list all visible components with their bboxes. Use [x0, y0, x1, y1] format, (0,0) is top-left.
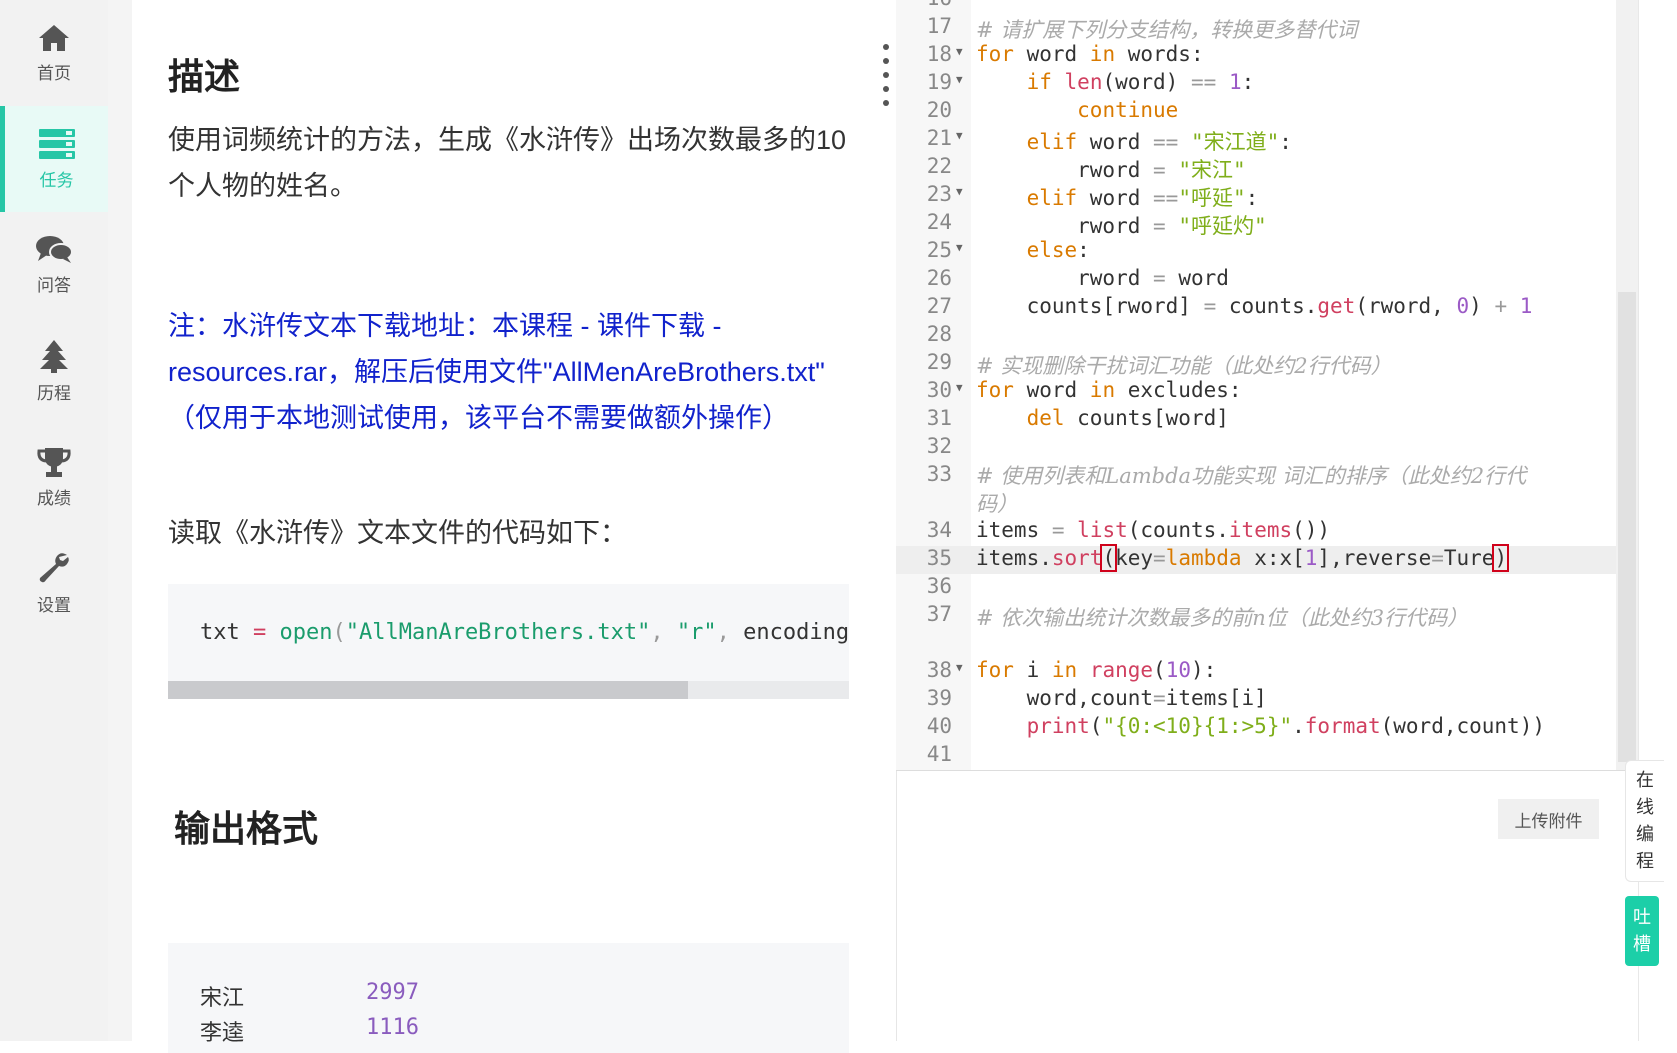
code-line[interactable]: 18 ▼ for word in words:: [896, 42, 1616, 70]
fold-arrow-icon: ▼: [956, 45, 963, 58]
output-panel: 上传附件: [896, 771, 1639, 1041]
code-line[interactable]: 33 # 使用列表和Lambda功能实现 词汇的排序（此处约2行代码）: [896, 462, 1616, 518]
left-nav: 首页 任务 问答 历程 成绩 设置: [0, 0, 109, 1041]
read-code-label: 读取《水浒传》文本文件的代码如下：: [168, 518, 627, 548]
feedback-label: 吐槽: [1633, 907, 1651, 955]
code-line[interactable]: 19 ▼ if len(word) == 1:: [896, 70, 1616, 98]
fold-arrow-icon: ▼: [956, 381, 963, 394]
code-snippet-line: txt = open("AllManAreBrothers.txt", "r",…: [200, 620, 849, 645]
editor-scrollbar[interactable]: [1616, 0, 1638, 770]
fold-arrow-icon: ▼: [956, 73, 963, 86]
fold-arrow-icon: ▼: [956, 241, 963, 254]
code-line[interactable]: 17 # 请扩展下列分支结构，转换更多替代词: [896, 14, 1616, 42]
wrench-icon: [39, 552, 69, 582]
code-line[interactable]: 31 del counts[word]: [896, 406, 1616, 434]
nav-label-qa: 问答: [37, 275, 71, 296]
trophy-icon: [37, 447, 71, 477]
tree-icon: [40, 339, 68, 373]
description-intro: 使用词频统计的方法，生成《水浒传》出场次数最多的10个人物的姓名。: [168, 125, 847, 201]
code-line[interactable]: 41: [896, 742, 1616, 770]
code-line[interactable]: 36: [896, 574, 1616, 602]
code-line[interactable]: 37 # 依次输出统计次数最多的前n位（此处约3行代码）: [896, 602, 1616, 658]
online-coding-label: 在线编程: [1636, 770, 1654, 872]
output-name: 宋江: [200, 985, 245, 1010]
nav-item-qa[interactable]: 问答: [0, 212, 108, 318]
nav-item-scores[interactable]: 成绩: [0, 424, 108, 530]
code-line[interactable]: 29 # 实现删除干扰词汇功能（此处约2行代码）: [896, 350, 1616, 378]
code-line[interactable]: 20 continue: [896, 98, 1616, 126]
code-line[interactable]: 27 counts[rword] = counts.get(rword, 0) …: [896, 294, 1616, 322]
output-sample: 宋江 2997 李逵 1116: [168, 943, 849, 1053]
code-snippet-scroll-thumb[interactable]: [168, 681, 688, 699]
tasks-icon: [38, 128, 75, 159]
code-line[interactable]: 39 word,count=items[i]: [896, 686, 1616, 714]
upload-attachment-button[interactable]: 上传附件: [1498, 799, 1599, 839]
code-line-active[interactable]: 35 items.sort(key=lambda x:x[1],reverse=T…: [896, 544, 1616, 574]
code-line[interactable]: 21 ▼ elif word == "宋江道":: [896, 126, 1616, 154]
code-line[interactable]: 22 rword = "宋江": [896, 154, 1616, 182]
fold-arrow-icon: ▼: [956, 185, 963, 198]
code-line[interactable]: 23 ▼ elif word =="呼延":: [896, 182, 1616, 210]
online-coding-tab[interactable]: 在线编程: [1625, 760, 1664, 882]
nav-label-settings: 设置: [37, 595, 71, 616]
description-heading: 描述: [168, 56, 241, 97]
code-line[interactable]: 34 items = list(counts.items()): [896, 518, 1616, 546]
editor-scroll-thumb[interactable]: [1618, 292, 1636, 762]
nav-item-history[interactable]: 历程: [0, 318, 108, 424]
code-line[interactable]: 25 ▼ else:: [896, 238, 1616, 266]
code-line[interactable]: 24 rword = "呼延灼": [896, 210, 1616, 238]
nav-gutter: [108, 0, 132, 1041]
description-panel: 描述 使用词频统计的方法，生成《水浒传》出场次数最多的10个人物的姓名。 注：水…: [132, 0, 872, 1053]
nav-label-scores: 成绩: [37, 488, 71, 509]
nav-item-settings[interactable]: 设置: [0, 530, 108, 636]
nav-label-home: 首页: [37, 63, 71, 84]
feedback-tab[interactable]: 吐槽: [1625, 896, 1659, 966]
nav-label-history: 历程: [37, 383, 71, 404]
output-name: 李逵: [200, 1020, 245, 1045]
chat-icon: [36, 235, 73, 263]
right-strip: [1638, 0, 1677, 1041]
panel-resize-handle[interactable]: [883, 44, 891, 114]
output-count: 2997: [366, 980, 419, 1005]
code-line[interactable]: 38 ▼ for i in range(10):: [896, 658, 1616, 686]
code-snippet-scrollbar[interactable]: [168, 681, 849, 699]
nav-item-tasks[interactable]: 任务: [0, 106, 108, 212]
output-count: 1116: [366, 1015, 419, 1040]
home-icon: [39, 24, 69, 51]
code-line[interactable]: 16: [896, 0, 1616, 14]
code-line[interactable]: 26 rword = word: [896, 266, 1616, 294]
code-line[interactable]: 28: [896, 322, 1616, 350]
code-line[interactable]: 32: [896, 434, 1616, 462]
fold-arrow-icon: ▼: [956, 129, 963, 142]
code-snippet: txt = open("AllManAreBrothers.txt", "r",…: [168, 584, 849, 699]
code-line[interactable]: 40 print("{0:<10}{1:>5}".format(word,cou…: [896, 714, 1616, 742]
fold-arrow-icon: ▼: [956, 661, 963, 674]
nav-item-home[interactable]: 首页: [0, 0, 108, 106]
code-editor[interactable]: 16 17# 请扩展下列分支结构，转换更多替代词 18▼for word in …: [896, 0, 1638, 771]
nav-label-tasks: 任务: [39, 170, 74, 191]
code-line[interactable]: 30 ▼ for word in excludes:: [896, 378, 1616, 406]
output-format-heading: 输出格式: [174, 808, 319, 849]
description-note: 注：水浒传文本下载地址：本课程 - 课件下载 - resources.rar，解…: [168, 311, 825, 433]
